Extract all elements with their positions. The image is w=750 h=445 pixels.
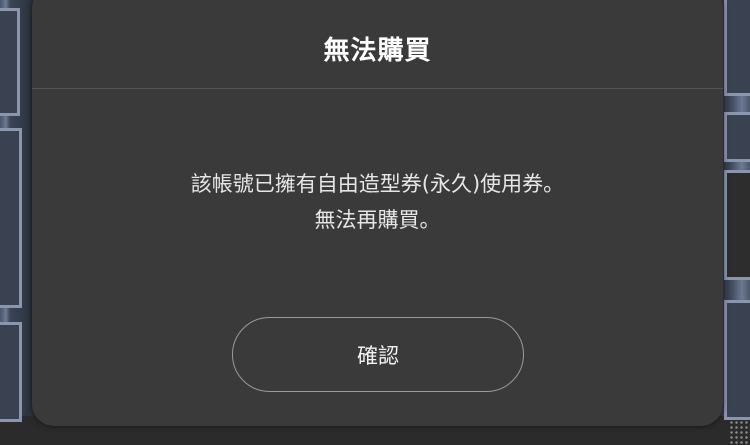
message-line-1: 該帳號已擁有自由造型券(永久)使用券。	[190, 172, 565, 196]
background-panel-left-bottom	[0, 322, 22, 422]
confirm-button[interactable]: 確認	[232, 317, 524, 392]
message-line-2: 無法再購買。	[314, 208, 441, 232]
background-panel-right-upper	[724, 112, 750, 162]
dialog-message: 該帳號已擁有自由造型券(永久)使用券。 無法再購買。	[32, 166, 723, 238]
background-panel-left-top	[0, 8, 20, 116]
background-panel-right-middle	[724, 170, 750, 445]
confirm-button-label: 確認	[357, 343, 399, 368]
purchase-error-dialog: 無法購買 該帳號已擁有自由造型券(永久)使用券。 無法再購買。 確認	[32, 0, 723, 426]
dialog-title: 無法購買	[323, 36, 432, 66]
title-divider	[32, 88, 723, 89]
background-panel-left-middle	[0, 128, 22, 308]
background-panel-right-bottom	[724, 300, 750, 420]
background-panel-right-top	[724, 0, 750, 96]
